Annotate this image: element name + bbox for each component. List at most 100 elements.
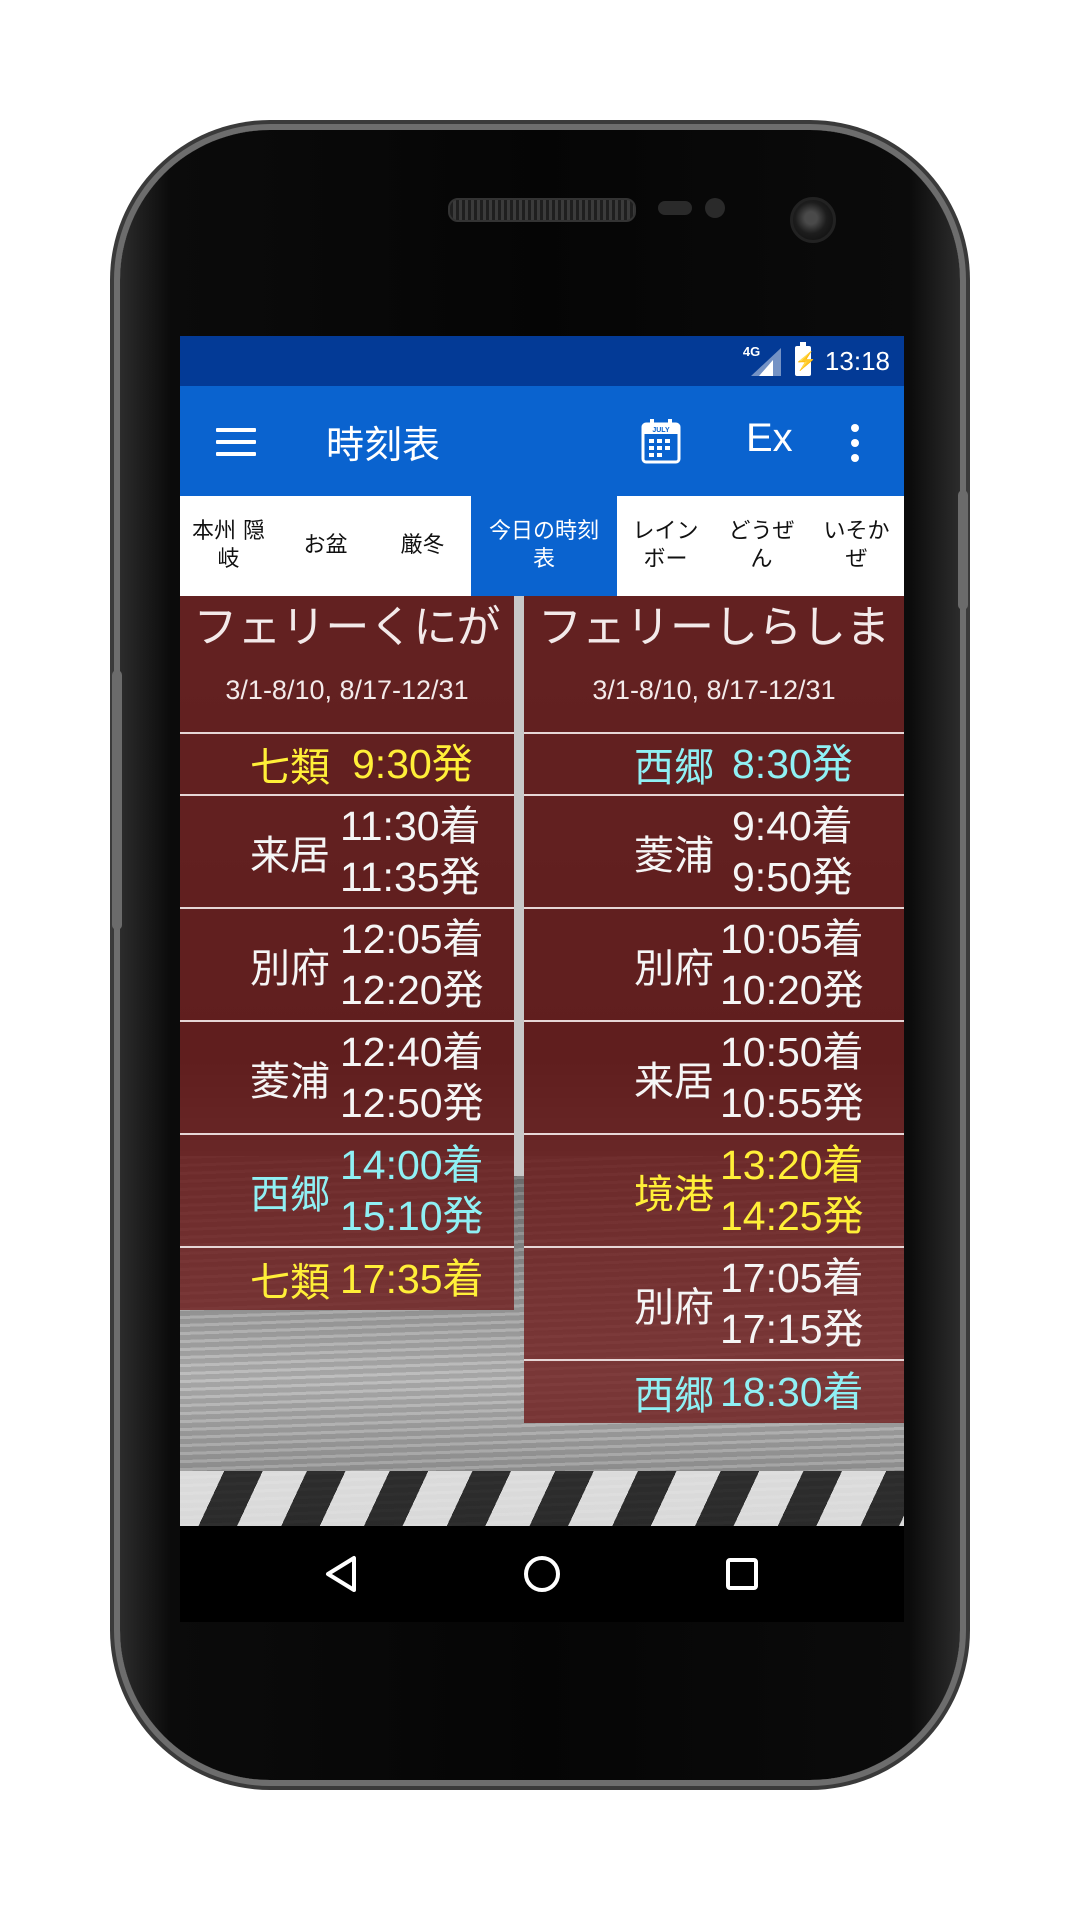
time-entry: 10:20発: [720, 966, 864, 1013]
time-entry: 14:25発: [720, 1192, 864, 1239]
tab-label: 今日の時刻表: [488, 519, 599, 572]
home-circle-icon[interactable]: [520, 1552, 564, 1596]
port-name: 来居: [250, 832, 330, 879]
time-entry: 12:05着: [340, 915, 484, 962]
stop-row: 七類 9:30発: [180, 734, 514, 796]
stop-row: 別府 17:05着 17:15発: [524, 1248, 904, 1361]
network-type-label: 4G: [742, 344, 761, 359]
stop-row: 境港 13:20着 14:25発: [524, 1135, 904, 1248]
time-entry: 11:30着: [340, 802, 481, 849]
stop-row: 菱浦 12:40着 12:50発: [180, 1022, 514, 1135]
stop-row: 七類 17:35着: [180, 1248, 514, 1310]
season-range: 3/1-8/10, 8/17-12/31: [180, 660, 514, 734]
tab-bar: 本州 隠岐 お盆 厳冬 今日の時刻表 レインボー どうぜん いそかぜ: [180, 496, 904, 596]
time-entry: 14:00着: [340, 1141, 484, 1188]
app-bar: 時刻表 JULY Ex: [180, 386, 904, 496]
ex-button[interactable]: Ex: [746, 416, 793, 461]
timetable-column-right: フェリーしらしま 3/1-8/10, 8/17-12/31 西郷 8:30発 菱…: [524, 596, 904, 1423]
stop-times: 9:30発: [352, 734, 473, 794]
time-entry: 8:30発: [732, 740, 853, 787]
background-pier: [180, 1471, 904, 1526]
stop-times: 18:30着: [720, 1361, 864, 1423]
ship-name: フェリーくにが: [193, 602, 501, 653]
time-entry: 12:50発: [340, 1079, 484, 1126]
svg-text:JULY: JULY: [652, 427, 670, 434]
time-entry: 10:05着: [720, 915, 864, 962]
tab-label: 厳冬: [400, 533, 445, 558]
stop-times: 17:05着 17:15発: [720, 1248, 864, 1359]
time-entry: 17:35着: [340, 1255, 484, 1302]
stop-times: 12:05着 12:20発: [340, 909, 484, 1020]
status-time: 13:18: [824, 345, 890, 376]
tab-today[interactable]: 今日の時刻表: [471, 496, 617, 596]
stop-row: 来居 10:50着 10:55発: [524, 1022, 904, 1135]
more-vert-icon[interactable]: [850, 424, 860, 462]
port-name: 別府: [634, 1284, 714, 1331]
tab-label: いそかぜ: [823, 519, 890, 572]
time-entry: 15:10発: [340, 1192, 484, 1239]
port-name: 菱浦: [634, 832, 714, 879]
back-triangle-icon[interactable]: [320, 1552, 364, 1596]
phone-screen: 4G 13:18 時刻表: [180, 336, 904, 1526]
port-name: 西郷: [634, 745, 714, 791]
battery-icon: [794, 342, 811, 376]
stop-times: 10:50着 10:55発: [720, 1022, 864, 1133]
tab-label: どうぜん: [728, 519, 795, 572]
power-button: [958, 490, 968, 610]
tab-gentou[interactable]: 厳冬: [374, 496, 471, 596]
port-name: 菱浦: [250, 1058, 330, 1105]
stop-times: 9:40着 9:50発: [732, 796, 853, 907]
port-name: 境港: [634, 1171, 714, 1218]
timetable-area: フェリーくにが 3/1-8/10, 8/17-12/31 七類 9:30発 来居…: [180, 596, 904, 1526]
stop-row: 西郷 18:30着: [524, 1361, 904, 1423]
stop-times: 17:35着: [340, 1248, 484, 1310]
stop-times: 13:20着 14:25発: [720, 1135, 864, 1246]
recents-square-icon[interactable]: [720, 1552, 764, 1596]
port-name: 別府: [634, 945, 714, 992]
stop-row: 別府 12:05着 12:20発: [180, 909, 514, 1022]
time-entry: 10:50着: [720, 1028, 864, 1075]
time-entry: 12:20発: [340, 966, 484, 1013]
volume-button: [112, 670, 122, 930]
time-entry: 11:35発: [340, 853, 481, 900]
earpiece-speaker: [448, 198, 636, 222]
column-divider: [514, 596, 524, 1176]
time-entry: 9:50発: [732, 853, 853, 900]
time-entry: 17:05着: [720, 1254, 864, 1301]
time-entry: 10:55発: [720, 1079, 864, 1126]
stop-times: 8:30発: [732, 734, 853, 794]
tab-label: レインボー: [632, 519, 699, 572]
stop-row: 西郷 8:30発: [524, 734, 904, 796]
time-entry: 18:30着: [720, 1368, 864, 1415]
port-name: 七類: [250, 1260, 330, 1306]
tab-obon[interactable]: お盆: [277, 496, 374, 596]
light-sensor: [705, 198, 725, 218]
stop-row: 来居 11:30着 11:35発: [180, 796, 514, 909]
nav-bar: [180, 1526, 904, 1622]
app-title: 時刻表: [326, 423, 441, 467]
port-name: 別府: [250, 945, 330, 992]
tab-douzen[interactable]: どうぜん: [714, 496, 809, 596]
tab-honshu-oki[interactable]: 本州 隠岐: [180, 496, 277, 596]
stop-times: 14:00着 15:10発: [340, 1135, 484, 1246]
stop-times: 12:40着 12:50発: [340, 1022, 484, 1133]
season-range: 3/1-8/10, 8/17-12/31: [524, 660, 904, 734]
port-name: 七類: [250, 745, 330, 791]
stop-times: 11:30着 11:35発: [340, 796, 481, 907]
tab-label: お盆: [303, 533, 348, 558]
tab-label: 本州 隠岐: [192, 519, 265, 572]
port-name: 西郷: [634, 1373, 714, 1419]
time-entry: 9:40着: [732, 802, 853, 849]
tab-rainbow[interactable]: レインボー: [617, 496, 714, 596]
time-entry: 9:30発: [352, 740, 473, 787]
stop-row: 西郷 14:00着 15:10発: [180, 1135, 514, 1248]
tab-isokaze[interactable]: いそかぜ: [809, 496, 904, 596]
ship-name: フェリーしらしま: [538, 602, 890, 653]
port-name: 西郷: [250, 1171, 330, 1218]
calendar-icon[interactable]: JULY: [640, 418, 682, 464]
proximity-sensor: [658, 201, 692, 215]
time-entry: 12:40着: [340, 1028, 484, 1075]
status-bar: 4G 13:18: [180, 336, 904, 386]
front-camera: [790, 197, 836, 243]
hamburger-menu-icon[interactable]: [216, 428, 256, 456]
